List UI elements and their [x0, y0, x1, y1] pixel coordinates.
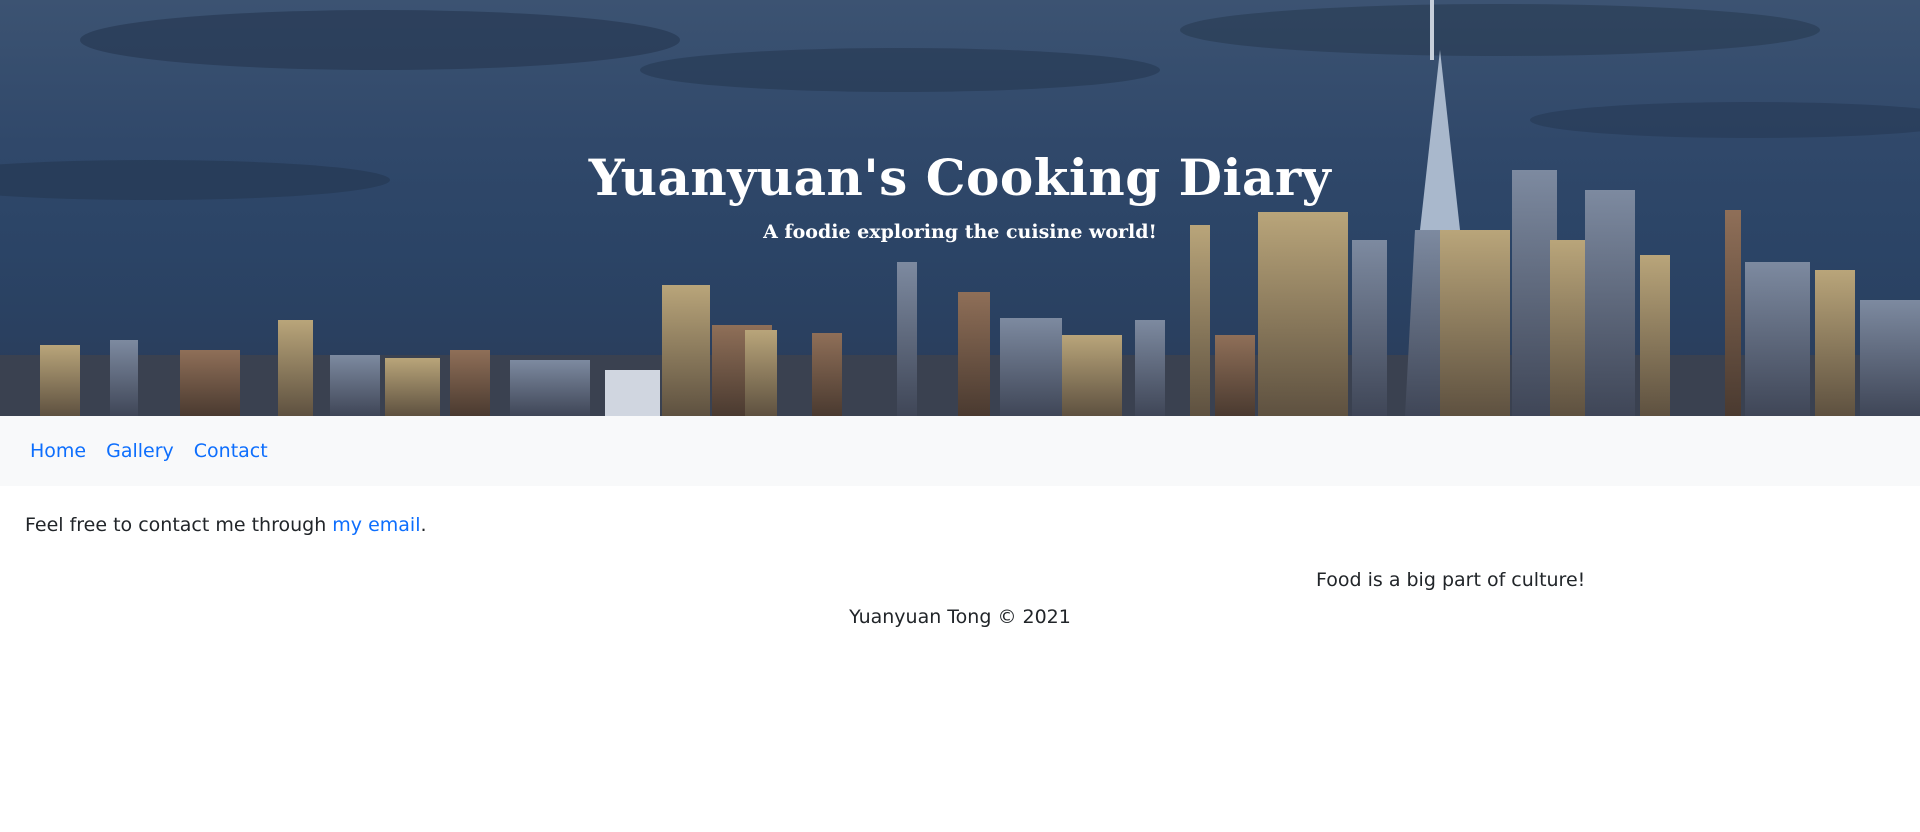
nav-link-home[interactable]: Home	[30, 440, 86, 462]
footer-copyright: Yuanyuan Tong © 2021	[849, 606, 1071, 628]
hero-banner: Yuanyuan's Cooking Diary A foodie explor…	[0, 0, 1920, 416]
culture-tagline: Food is a big part of culture!	[1316, 569, 1586, 591]
contact-text-suffix: .	[420, 514, 427, 536]
site-subtitle: A foodie exploring the cuisine world!	[763, 221, 1157, 243]
contact-text-prefix: Feel free to contact me through	[25, 514, 333, 536]
city-skyline-image	[0, 0, 1920, 416]
contact-text: Feel free to contact me through my email…	[25, 514, 427, 536]
email-link[interactable]: my email	[332, 514, 420, 536]
nav-link-contact[interactable]: Contact	[194, 440, 268, 462]
site-title: Yuanyuan's Cooking Diary	[588, 148, 1332, 207]
nav-link-gallery[interactable]: Gallery	[106, 440, 174, 462]
main-navbar: Home Gallery Contact	[0, 416, 1920, 486]
